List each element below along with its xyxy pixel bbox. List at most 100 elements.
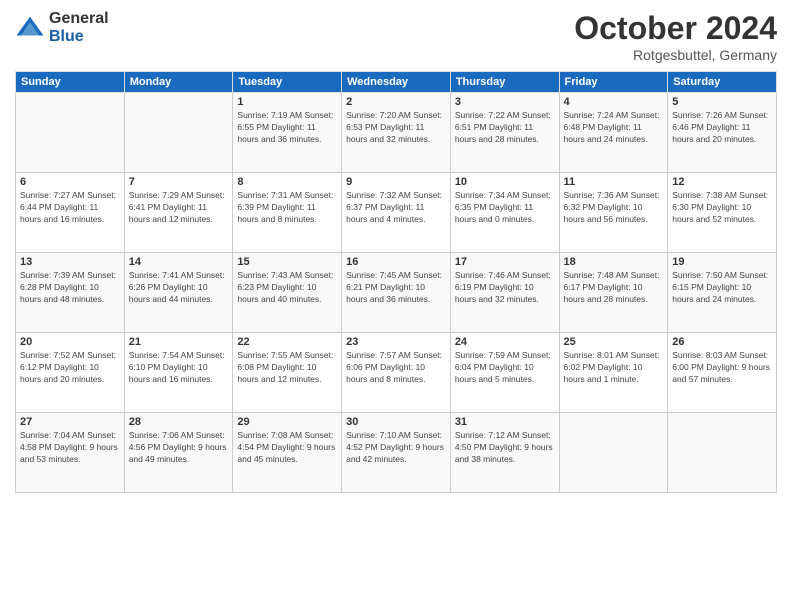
calendar-cell: 5 Sunrise: 7:26 AM Sunset: 6:46 PM Daylig…	[668, 93, 777, 173]
day-header-saturday: Saturday	[668, 72, 777, 93]
day-number: 3	[455, 96, 555, 108]
calendar-table: SundayMondayTuesdayWednesdayThursdayFrid…	[15, 71, 777, 493]
day-header-tuesday: Tuesday	[233, 72, 342, 93]
day-info: Sunrise: 7:55 AM Sunset: 6:08 PM Dayligh…	[237, 350, 337, 386]
calendar-cell: 23 Sunrise: 7:57 AM Sunset: 6:06 PM Dayli…	[342, 333, 451, 413]
day-info: Sunrise: 7:22 AM Sunset: 6:51 PM Dayligh…	[455, 110, 555, 146]
calendar-cell: 22Sunrise: 7:55 AM Sunset: 6:08 PM Dayli…	[233, 333, 342, 413]
logo-icon	[15, 13, 45, 43]
calendar-cell: 8Sunrise: 7:31 AM Sunset: 6:39 PM Daylig…	[233, 173, 342, 253]
day-number: 11	[564, 176, 664, 188]
day-info: Sunrise: 7:43 AM Sunset: 6:23 PM Dayligh…	[237, 270, 337, 306]
day-info: Sunrise: 7:41 AM Sunset: 6:26 PM Dayligh…	[129, 270, 229, 306]
day-info: Sunrise: 7:46 AM Sunset: 6:19 PM Dayligh…	[455, 270, 555, 306]
day-info: Sunrise: 7:38 AM Sunset: 6:30 PM Dayligh…	[672, 190, 772, 226]
calendar-cell: 25 Sunrise: 8:01 AM Sunset: 6:02 PM Dayli…	[559, 333, 668, 413]
day-number: 25	[564, 336, 664, 348]
calendar-cell: 15Sunrise: 7:43 AM Sunset: 6:23 PM Dayli…	[233, 253, 342, 333]
calendar-cell: 30Sunrise: 7:10 AM Sunset: 4:52 PM Dayli…	[342, 413, 451, 493]
header-row: SundayMondayTuesdayWednesdayThursdayFrid…	[16, 72, 777, 93]
day-header-friday: Friday	[559, 72, 668, 93]
calendar-cell: 9 Sunrise: 7:32 AM Sunset: 6:37 PM Daylig…	[342, 173, 451, 253]
calendar-cell: 3 Sunrise: 7:22 AM Sunset: 6:51 PM Daylig…	[450, 93, 559, 173]
calendar-cell	[16, 93, 125, 173]
day-info: Sunrise: 7:34 AM Sunset: 6:35 PM Dayligh…	[455, 190, 555, 226]
day-number: 13	[20, 256, 120, 268]
calendar-cell: 16 Sunrise: 7:45 AM Sunset: 6:21 PM Dayli…	[342, 253, 451, 333]
day-number: 26	[672, 336, 772, 348]
day-header-sunday: Sunday	[16, 72, 125, 93]
day-info: Sunrise: 7:12 AM Sunset: 4:50 PM Dayligh…	[455, 430, 555, 466]
page: General Blue October 2024 Rotgesbuttel, …	[0, 0, 792, 612]
day-info: Sunrise: 7:29 AM Sunset: 6:41 PM Dayligh…	[129, 190, 229, 226]
day-number: 6	[20, 176, 120, 188]
day-info: Sunrise: 7:04 AM Sunset: 4:58 PM Dayligh…	[20, 430, 120, 466]
day-info: Sunrise: 7:24 AM Sunset: 6:48 PM Dayligh…	[564, 110, 664, 146]
day-number: 29	[237, 416, 337, 428]
month-title: October 2024	[574, 10, 777, 47]
day-info: Sunrise: 7:31 AM Sunset: 6:39 PM Dayligh…	[237, 190, 337, 226]
day-number: 14	[129, 256, 229, 268]
week-row-5: 27 Sunrise: 7:04 AM Sunset: 4:58 PM Dayli…	[16, 413, 777, 493]
day-number: 19	[672, 256, 772, 268]
day-number: 9	[346, 176, 446, 188]
calendar-cell: 19 Sunrise: 7:50 AM Sunset: 6:15 PM Dayli…	[668, 253, 777, 333]
calendar-cell: 4 Sunrise: 7:24 AM Sunset: 6:48 PM Daylig…	[559, 93, 668, 173]
calendar-cell: 1 Sunrise: 7:19 AM Sunset: 6:55 PM Daylig…	[233, 93, 342, 173]
calendar-cell: 13Sunrise: 7:39 AM Sunset: 6:28 PM Dayli…	[16, 253, 125, 333]
logo: General Blue	[15, 10, 109, 45]
day-number: 27	[20, 416, 120, 428]
calendar-cell: 21Sunrise: 7:54 AM Sunset: 6:10 PM Dayli…	[124, 333, 233, 413]
day-number: 28	[129, 416, 229, 428]
day-info: Sunrise: 7:19 AM Sunset: 6:55 PM Dayligh…	[237, 110, 337, 146]
week-row-3: 13Sunrise: 7:39 AM Sunset: 6:28 PM Dayli…	[16, 253, 777, 333]
day-header-wednesday: Wednesday	[342, 72, 451, 93]
calendar-cell: 12 Sunrise: 7:38 AM Sunset: 6:30 PM Dayli…	[668, 173, 777, 253]
header: General Blue October 2024 Rotgesbuttel, …	[15, 10, 777, 63]
day-info: Sunrise: 7:57 AM Sunset: 6:06 PM Dayligh…	[346, 350, 446, 386]
logo-general: General	[49, 10, 109, 28]
week-row-1: 1 Sunrise: 7:19 AM Sunset: 6:55 PM Daylig…	[16, 93, 777, 173]
day-number: 24	[455, 336, 555, 348]
day-header-thursday: Thursday	[450, 72, 559, 93]
day-info: Sunrise: 7:50 AM Sunset: 6:15 PM Dayligh…	[672, 270, 772, 306]
day-number: 1	[237, 96, 337, 108]
day-number: 5	[672, 96, 772, 108]
calendar-cell: 7 Sunrise: 7:29 AM Sunset: 6:41 PM Daylig…	[124, 173, 233, 253]
day-number: 23	[346, 336, 446, 348]
day-info: Sunrise: 7:36 AM Sunset: 6:32 PM Dayligh…	[564, 190, 664, 226]
calendar-cell	[124, 93, 233, 173]
calendar-cell: 20Sunrise: 7:52 AM Sunset: 6:12 PM Dayli…	[16, 333, 125, 413]
day-number: 7	[129, 176, 229, 188]
day-info: Sunrise: 7:10 AM Sunset: 4:52 PM Dayligh…	[346, 430, 446, 466]
calendar-cell: 11 Sunrise: 7:36 AM Sunset: 6:32 PM Dayli…	[559, 173, 668, 253]
week-row-2: 6 Sunrise: 7:27 AM Sunset: 6:44 PM Daylig…	[16, 173, 777, 253]
calendar-cell: 28 Sunrise: 7:06 AM Sunset: 4:56 PM Dayli…	[124, 413, 233, 493]
week-row-4: 20Sunrise: 7:52 AM Sunset: 6:12 PM Dayli…	[16, 333, 777, 413]
day-info: Sunrise: 7:54 AM Sunset: 6:10 PM Dayligh…	[129, 350, 229, 386]
day-info: Sunrise: 7:26 AM Sunset: 6:46 PM Dayligh…	[672, 110, 772, 146]
day-number: 10	[455, 176, 555, 188]
calendar-cell	[559, 413, 668, 493]
day-number: 16	[346, 256, 446, 268]
day-info: Sunrise: 7:48 AM Sunset: 6:17 PM Dayligh…	[564, 270, 664, 306]
day-info: Sunrise: 7:45 AM Sunset: 6:21 PM Dayligh…	[346, 270, 446, 306]
calendar-cell: 14 Sunrise: 7:41 AM Sunset: 6:26 PM Dayli…	[124, 253, 233, 333]
day-number: 17	[455, 256, 555, 268]
day-number: 18	[564, 256, 664, 268]
calendar-cell: 6 Sunrise: 7:27 AM Sunset: 6:44 PM Daylig…	[16, 173, 125, 253]
day-info: Sunrise: 7:20 AM Sunset: 6:53 PM Dayligh…	[346, 110, 446, 146]
day-info: Sunrise: 7:06 AM Sunset: 4:56 PM Dayligh…	[129, 430, 229, 466]
day-number: 4	[564, 96, 664, 108]
day-info: Sunrise: 7:32 AM Sunset: 6:37 PM Dayligh…	[346, 190, 446, 226]
calendar-cell	[668, 413, 777, 493]
day-info: Sunrise: 7:27 AM Sunset: 6:44 PM Dayligh…	[20, 190, 120, 226]
calendar-cell: 2 Sunrise: 7:20 AM Sunset: 6:53 PM Daylig…	[342, 93, 451, 173]
day-number: 2	[346, 96, 446, 108]
location: Rotgesbuttel, Germany	[574, 47, 777, 63]
calendar-cell: 26Sunrise: 8:03 AM Sunset: 6:00 PM Dayli…	[668, 333, 777, 413]
logo-blue: Blue	[49, 28, 109, 46]
day-info: Sunrise: 8:01 AM Sunset: 6:02 PM Dayligh…	[564, 350, 664, 386]
calendar-cell: 17 Sunrise: 7:46 AM Sunset: 6:19 PM Dayli…	[450, 253, 559, 333]
day-number: 12	[672, 176, 772, 188]
